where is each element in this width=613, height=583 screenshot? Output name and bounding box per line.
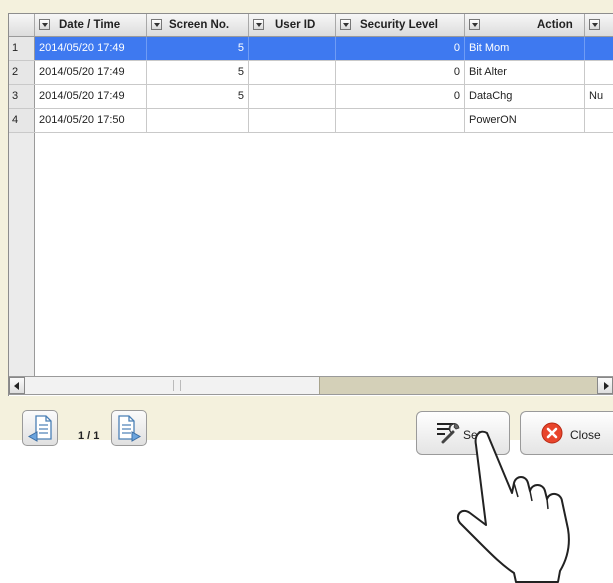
header-action[interactable]: Action: [465, 14, 585, 36]
cell-security-level: 0: [336, 37, 465, 60]
cell-screen-no: 5: [147, 85, 249, 108]
cell-datetime: 2014/05/20 17:49: [35, 37, 147, 60]
cell-extra: Nu: [589, 90, 604, 102]
scroll-right-button[interactable]: [597, 377, 613, 394]
filter-dropdown-icon[interactable]: [469, 19, 480, 30]
page-next-icon: [118, 415, 142, 442]
table-header: Date / Time Screen No. User ID Security …: [9, 14, 613, 37]
horizontal-scrollbar[interactable]: [9, 376, 613, 395]
cell-security-level: [336, 109, 465, 132]
table-row[interactable]: 2 2014/05/20 17:49 5 0 Bit Alter: [9, 61, 613, 85]
header-user-id[interactable]: User ID: [249, 14, 336, 36]
cell-user-id: [249, 37, 336, 60]
cell-action: PowerON: [465, 109, 585, 132]
scroll-left-button[interactable]: [9, 377, 25, 394]
cell-security-level: 0: [336, 85, 465, 108]
scroll-thumb[interactable]: [319, 377, 597, 394]
cell-action: Bit Alter: [465, 61, 585, 84]
page-indicator: 1 / 1: [78, 430, 100, 442]
cell-datetime: 2014/05/20 17:50: [35, 109, 147, 132]
cell-extra: [585, 109, 613, 132]
filter-dropdown-icon[interactable]: [340, 19, 351, 30]
header-label: Security Level: [360, 19, 438, 31]
operation-log-table: Date / Time Screen No. User ID Security …: [8, 13, 613, 396]
row-number: 1: [9, 37, 35, 60]
cell-user-id: [249, 61, 336, 84]
previous-page-button[interactable]: [22, 410, 58, 446]
header-date-time[interactable]: Date / Time: [35, 14, 147, 36]
header-corner: [9, 14, 35, 36]
cell-screen-no: 5: [147, 61, 249, 84]
header-security-level[interactable]: Security Level: [336, 14, 465, 36]
filter-dropdown-icon[interactable]: [253, 19, 264, 30]
arrow-left-icon: [14, 382, 19, 390]
header-label: Date / Time: [59, 19, 121, 31]
cell-user-id: [249, 109, 336, 132]
cell-security-level: 0: [336, 61, 465, 84]
cell-action: DataChg: [465, 85, 585, 108]
page-previous-icon: [27, 415, 52, 442]
header-label: Action: [537, 19, 573, 31]
cell-extra: [585, 61, 613, 84]
scroll-grip: [173, 380, 181, 391]
header-label: User ID: [275, 19, 316, 31]
filter-dropdown-icon[interactable]: [589, 19, 600, 30]
cell-user-id: [249, 85, 336, 108]
row-number: 4: [9, 109, 35, 132]
table-row[interactable]: 1 2014/05/20 17:49 5 0 Bit Mom: [9, 37, 613, 61]
table-row[interactable]: 3 2014/05/20 17:49 5 0 DataChg Nu: [9, 85, 613, 109]
filter-dropdown-icon[interactable]: [39, 19, 50, 30]
row-number: 2: [9, 61, 35, 84]
cell-action: Bit Mom: [465, 37, 585, 60]
cell-extra: [585, 37, 613, 60]
cell-screen-no: [147, 109, 249, 132]
cell-datetime: 2014/05/20 17:49: [35, 61, 147, 84]
header-screen-no[interactable]: Screen No.: [147, 14, 249, 36]
log-panel: Date / Time Screen No. User ID Security …: [0, 0, 613, 455]
header-extra[interactable]: [585, 14, 613, 36]
next-page-button[interactable]: [111, 410, 147, 446]
hand-pointer-icon: [456, 430, 570, 583]
cell-datetime: 2014/05/20 17:49: [35, 85, 147, 108]
header-label: Screen No.: [169, 19, 230, 31]
row-number: 3: [9, 85, 35, 108]
filter-dropdown-icon[interactable]: [151, 19, 162, 30]
cell-screen-no: 5: [147, 37, 249, 60]
arrow-right-icon: [604, 382, 609, 390]
table-row[interactable]: 4 2014/05/20 17:50 PowerON: [9, 109, 613, 133]
